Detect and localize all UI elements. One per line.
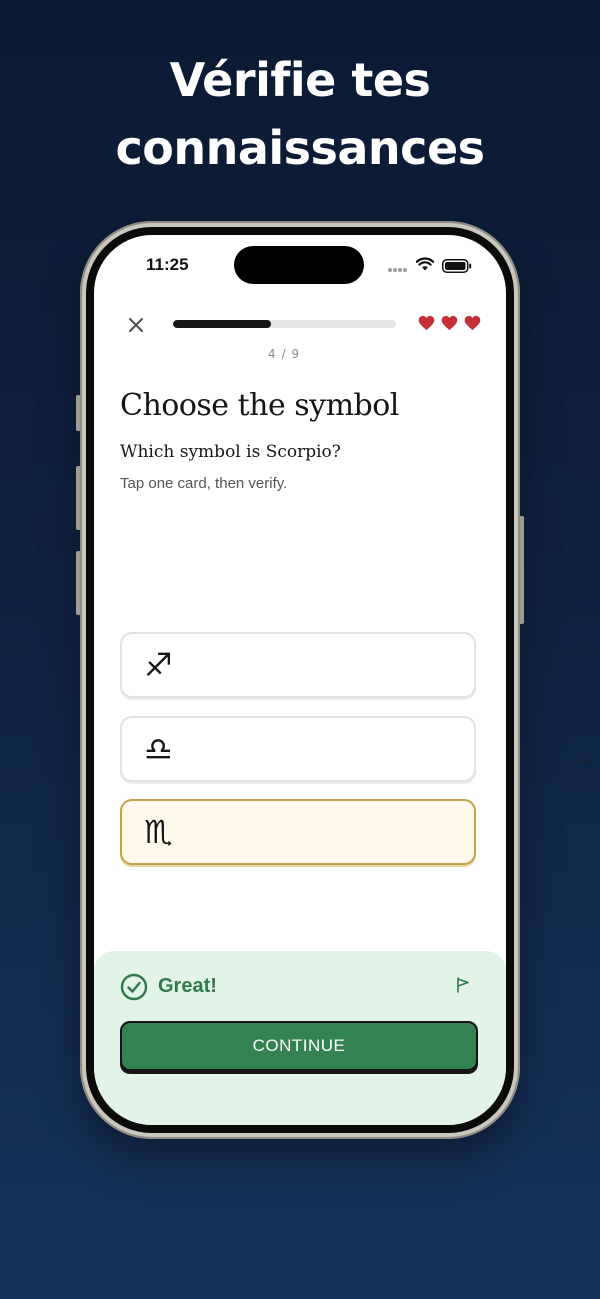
- option-card-scorpio[interactable]: ♏: [120, 799, 476, 865]
- quiz-question: Which symbol is Scorpio?: [120, 442, 341, 462]
- close-icon: [128, 317, 144, 333]
- feedback-panel: Great! CONTINUE: [94, 951, 506, 1125]
- dynamic-island: [234, 246, 364, 284]
- libra-icon: ♎: [144, 730, 173, 768]
- small-drop-icon: [583, 758, 589, 764]
- wifi-icon: [416, 257, 434, 271]
- question-counter: 4 / 9: [268, 347, 300, 361]
- quiz-hint: Tap one card, then verify.: [120, 475, 288, 492]
- status-time: 11:25: [146, 255, 189, 274]
- heart-icon: [441, 315, 458, 331]
- phone-screen: 11:25 4 / 9 Choose the symbol Which symb…: [94, 235, 506, 1125]
- heart-icon: [418, 315, 435, 331]
- close-button[interactable]: [124, 313, 148, 337]
- cellular-signal-icon: [388, 268, 408, 272]
- check-circle-icon: [120, 973, 148, 1001]
- lives-indicator: [418, 315, 481, 331]
- quiz-progress-bar: [173, 320, 396, 328]
- sagittarius-icon: ♐: [144, 646, 173, 684]
- quiz-title: Choose the symbol: [120, 388, 399, 423]
- promo-headline: Vérifie tes connaissances: [0, 46, 600, 182]
- feedback-message: Great!: [158, 975, 217, 997]
- quiz-progress-fill: [173, 320, 272, 328]
- option-card-libra[interactable]: ♎: [120, 716, 476, 782]
- battery-icon: [442, 259, 472, 273]
- option-card-sagittarius[interactable]: ♐: [120, 632, 476, 698]
- headline-line-1: Vérifie tes: [169, 53, 431, 107]
- report-flag-icon[interactable]: [456, 977, 470, 993]
- heart-icon: [464, 315, 481, 331]
- headline-line-2: connaissances: [115, 121, 485, 175]
- scorpio-icon: ♏: [144, 813, 173, 851]
- continue-button[interactable]: CONTINUE: [120, 1021, 478, 1071]
